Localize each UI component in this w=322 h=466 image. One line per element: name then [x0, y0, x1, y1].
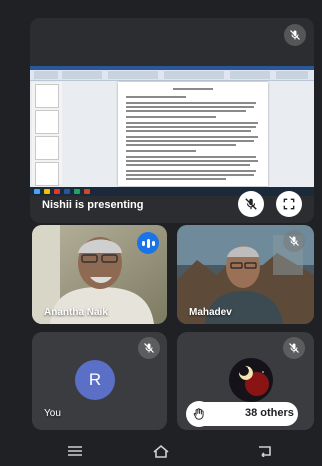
raise-hand-icon	[193, 408, 204, 420]
mic-off-icon	[283, 230, 305, 252]
participant-name: Mahadev	[189, 307, 232, 318]
mic-off-icon	[283, 337, 305, 359]
menu-icon	[68, 446, 82, 456]
document-page	[118, 82, 268, 186]
presenting-label: Nishii is presenting	[42, 199, 144, 211]
raise-hand-button[interactable]	[186, 401, 212, 427]
word-ribbon	[30, 66, 314, 81]
system-navigation-bar	[0, 436, 322, 466]
fullscreen-button[interactable]	[276, 191, 302, 217]
participant-avatar-image	[229, 358, 273, 402]
meeting-screen: Nishii is presenting Anantha Naik Mahade…	[0, 0, 322, 466]
participant-name: Anantha Naik	[44, 307, 108, 318]
back-icon	[259, 446, 271, 457]
slide-thumbnails	[32, 82, 62, 186]
participant-tile-you[interactable]: R You	[32, 332, 167, 430]
fullscreen-icon	[283, 198, 295, 210]
windows-taskbar	[30, 187, 314, 196]
home-button[interactable]	[150, 444, 172, 458]
menu-button[interactable]	[64, 444, 86, 458]
back-button[interactable]	[254, 444, 276, 458]
participant-name: You	[44, 408, 61, 419]
home-icon	[153, 444, 169, 458]
shared-screen-document	[30, 66, 314, 196]
mic-off-icon	[245, 198, 257, 210]
speaking-indicator-icon	[137, 232, 159, 254]
presentation-tile[interactable]: Nishii is presenting	[30, 18, 314, 223]
avatar: R	[75, 360, 115, 400]
presentation-mic-off-icon	[284, 24, 306, 46]
participant-tile-anantha-naik[interactable]: Anantha Naik	[32, 225, 167, 324]
mic-off-icon	[138, 337, 160, 359]
presenter-mic-off-button[interactable]	[238, 191, 264, 217]
others-count-label: 38 others	[245, 407, 294, 419]
participant-tile-mahadev[interactable]: Mahadev	[177, 225, 314, 324]
